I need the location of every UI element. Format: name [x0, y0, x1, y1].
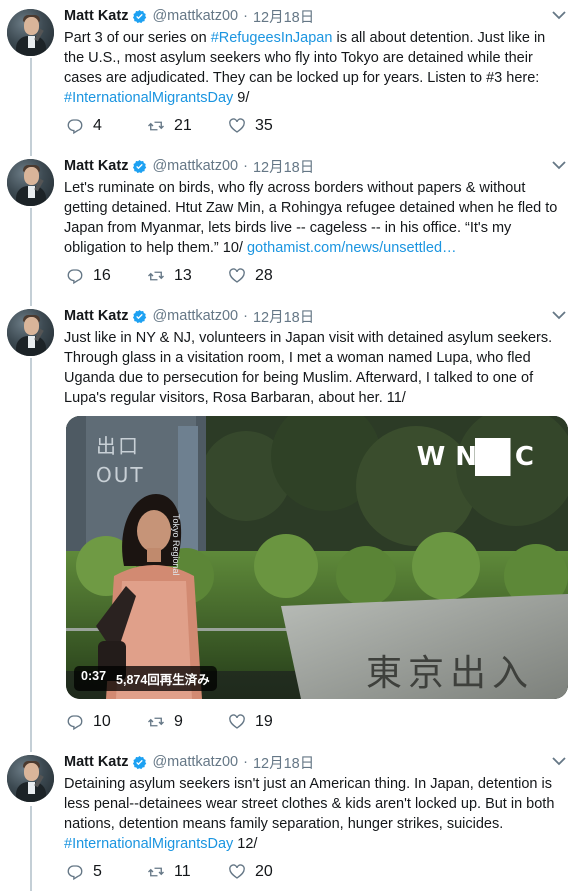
tweet-date[interactable]: 12月18日: [253, 6, 314, 27]
heart-icon: [229, 714, 245, 729]
author-handle[interactable]: @mattkatz00: [152, 308, 238, 324]
sign-japanese-text: 出口: [96, 434, 140, 458]
chevron-down-icon[interactable]: [552, 160, 566, 170]
author-name[interactable]: Matt Katz: [64, 754, 128, 770]
hashtag-link[interactable]: #RefugeesInJapan: [211, 30, 333, 46]
tweet-date[interactable]: 12月18日: [253, 752, 314, 773]
tweet-date[interactable]: 12月18日: [253, 156, 314, 177]
author-name[interactable]: Matt Katz: [64, 8, 128, 24]
like-count: 28: [255, 267, 273, 284]
video-duration: 0:37: [81, 669, 107, 683]
separator-dot: ·: [243, 308, 248, 324]
retweet-icon: [148, 271, 164, 281]
separator-dot: ·: [243, 158, 248, 174]
sign-side-text: Tokyo Regional: [171, 514, 181, 576]
author-handle[interactable]: @mattkatz00: [152, 754, 238, 770]
heart-icon: [229, 268, 245, 283]
retweet-count: 13: [174, 267, 192, 284]
reply-count: 16: [93, 267, 111, 284]
retweet-icon: [148, 121, 164, 131]
reply-button[interactable]: 4: [66, 117, 102, 135]
article-link[interactable]: gothamist.com/news/unsettled…: [247, 240, 457, 256]
video-player[interactable]: 出口 OUT Tokyo Regional 東京出入 WNYC 0:37 5,8…: [66, 416, 568, 699]
tweet-date[interactable]: 12月18日: [253, 306, 314, 327]
heart-icon: [229, 118, 245, 133]
tweet-10[interactable]: Matt Katz @mattkatz00 · 12月18日 Let's rum…: [0, 154, 574, 300]
verified-badge-icon: [132, 755, 147, 770]
wnyc-logo-text: WNYC: [408, 438, 546, 476]
reply-icon: [67, 269, 83, 285]
author-handle[interactable]: @mattkatz00: [152, 8, 238, 24]
hashtag-link[interactable]: #InternationalMigrantsDay: [64, 90, 233, 106]
tweet-12[interactable]: Matt Katz @mattkatz00 · 12月18日 Detaining…: [0, 750, 574, 891]
reply-icon: [67, 865, 83, 881]
tweet-9[interactable]: Matt Katz @mattkatz00 · 12月18日 Part 3 of…: [0, 4, 574, 150]
hashtag-link[interactable]: #InternationalMigrantsDay: [64, 836, 233, 852]
reply-count: 10: [93, 713, 111, 730]
like-button[interactable]: 28: [228, 267, 273, 285]
separator-dot: ·: [243, 8, 248, 24]
wnyc-logo: WNYC: [408, 438, 546, 476]
like-count: 35: [255, 117, 273, 134]
retweet-count: 9: [174, 713, 183, 730]
retweet-button[interactable]: 21: [147, 117, 192, 135]
verified-badge-icon: [132, 309, 147, 324]
avatar[interactable]: [7, 159, 54, 206]
tweet-text: Let's ruminate on birds, who fly across …: [64, 180, 558, 256]
retweet-button[interactable]: 11: [147, 863, 191, 881]
retweet-icon: [148, 867, 164, 877]
retweet-count: 11: [174, 863, 191, 880]
author-handle[interactable]: @mattkatz00: [152, 158, 238, 174]
retweet-button[interactable]: 13: [147, 267, 192, 285]
chevron-down-icon[interactable]: [552, 310, 566, 320]
reply-button[interactable]: 10: [66, 713, 111, 731]
heart-icon: [229, 864, 245, 879]
separator-dot: ·: [243, 754, 248, 770]
like-count: 19: [255, 713, 273, 730]
tweet-text: Detaining asylum seekers isn't just an A…: [64, 776, 555, 852]
video-view-count: 5,874回再生済み: [116, 673, 210, 687]
like-count: 20: [255, 863, 273, 880]
reply-icon: [67, 119, 83, 135]
tweet-text: Just like in NY & NJ, volunteers in Japa…: [64, 330, 553, 406]
reply-icon: [67, 715, 83, 731]
retweet-count: 21: [174, 117, 192, 134]
reply-count: 5: [93, 863, 102, 880]
avatar[interactable]: [7, 755, 54, 802]
author-name[interactable]: Matt Katz: [64, 158, 128, 174]
tweet-text: Part 3 of our series on #RefugeesInJapan…: [64, 30, 546, 106]
like-button[interactable]: 35: [228, 117, 273, 135]
reply-count: 4: [93, 117, 102, 134]
video-duration-badge: 0:37 5,874回再生済み: [74, 666, 217, 691]
avatar[interactable]: [7, 9, 54, 56]
like-button[interactable]: 19: [228, 713, 273, 731]
verified-badge-icon: [132, 9, 147, 24]
author-name[interactable]: Matt Katz: [64, 308, 128, 324]
reply-button[interactable]: 5: [66, 863, 102, 881]
avatar[interactable]: [7, 309, 54, 356]
sign-out-text: OUT: [96, 463, 145, 487]
sign-out-label: 出口 OUT: [96, 430, 145, 487]
chevron-down-icon[interactable]: [552, 10, 566, 20]
reply-button[interactable]: 16: [66, 267, 111, 285]
retweet-icon: [148, 717, 164, 727]
verified-badge-icon: [132, 159, 147, 174]
stone-sign-text: 東京出入: [366, 653, 535, 694]
retweet-button[interactable]: 9: [147, 713, 183, 731]
like-button[interactable]: 20: [228, 863, 273, 881]
chevron-down-icon[interactable]: [552, 756, 566, 766]
